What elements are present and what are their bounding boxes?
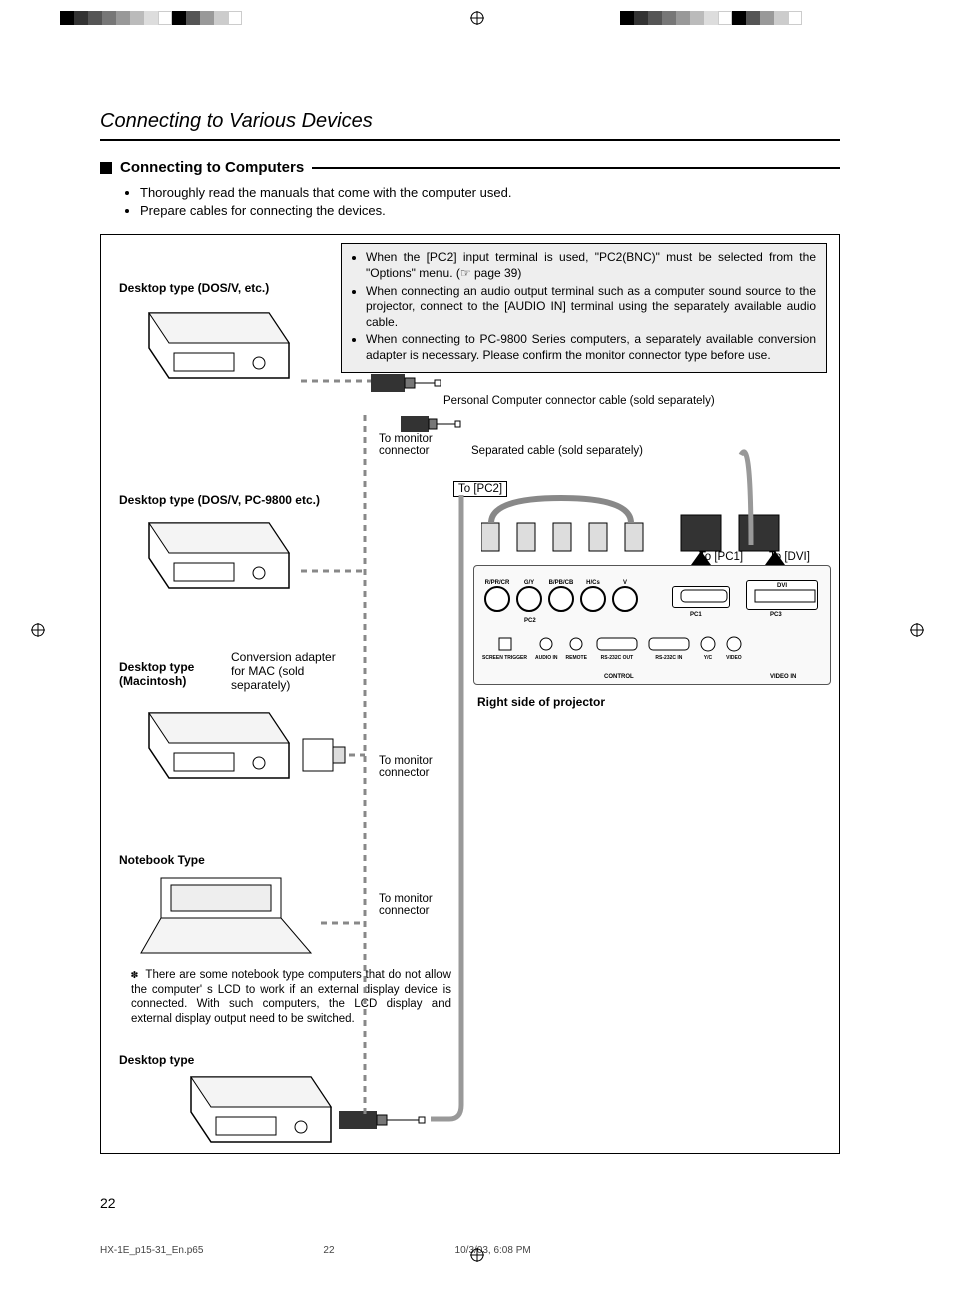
note-item: When the [PC2] input terminal is used, "… <box>366 250 816 281</box>
port-label: SCREEN TRIGGER <box>482 655 527 661</box>
rca-port-icon <box>725 636 743 652</box>
bnc-port-icon <box>612 586 638 612</box>
port-label: RS-232C OUT <box>595 655 639 661</box>
to-monitor-3: To monitor connector <box>379 893 449 917</box>
to-monitor-2: To monitor connector <box>379 755 449 779</box>
notes-callout: When the [PC2] input terminal is used, "… <box>341 243 827 372</box>
color-bar-left <box>60 11 242 25</box>
conversion-adapter-label: Conversion adapter for MAC (sold separat… <box>231 650 341 692</box>
jack-port-icon <box>568 636 584 652</box>
to-monitor-1: To monitor connector <box>379 433 449 457</box>
footer-date: 10/3/03, 6:08 PM <box>455 1245 531 1256</box>
port-label: H/Cs <box>580 580 606 586</box>
port-label: AUDIO IN <box>535 655 558 661</box>
intro-bullet: Prepare cables for connecting the device… <box>140 202 840 220</box>
pc-cable-label: Personal Computer connector cable (sold … <box>443 395 715 407</box>
desktop2-illustration <box>119 513 299 598</box>
note-item: When connecting an audio output terminal… <box>366 284 816 331</box>
section-title: Connecting to Computers <box>120 159 304 176</box>
bnc-port-icon <box>516 586 542 612</box>
bnc-plugs-icon <box>481 493 781 563</box>
vga-connector-icon <box>371 370 441 396</box>
port-group-label: PC2 <box>524 618 536 624</box>
color-bar-right <box>620 11 802 25</box>
svideo-port-icon <box>699 636 717 652</box>
bnc-port-icon <box>548 586 574 612</box>
port-label: RS-232C IN <box>647 655 691 661</box>
page-number: 22 <box>100 1195 116 1211</box>
footer-file: HX-1E_p15-31_En.p65 <box>100 1245 203 1256</box>
port-group-label: CONTROL <box>604 674 634 680</box>
diagram-box: When the [PC2] input terminal is used, "… <box>100 234 840 1154</box>
intro-list: Thoroughly read the manuals that come wi… <box>136 184 840 220</box>
mac-illustration <box>119 703 299 788</box>
dvi-port-icon: DVI <box>746 580 818 610</box>
port-label: V <box>612 580 638 586</box>
port-label: B/PB/CB <box>548 580 574 586</box>
vga-connector-icon <box>401 413 461 435</box>
desktop1-illustration <box>119 303 299 388</box>
desktop-bottom-label: Desktop type <box>119 1053 194 1067</box>
intro-bullet: Thoroughly read the manuals that come wi… <box>140 184 840 202</box>
desktop-bottom-illustration <box>161 1067 341 1152</box>
sep-cable-label: Separated cable (sold separately) <box>471 445 643 457</box>
page-title: Connecting to Various Devices <box>100 110 840 141</box>
bnc-port-icon <box>580 586 606 612</box>
port-label: VIDEO <box>725 655 743 661</box>
mac-label: Desktop type (Macintosh) <box>119 660 219 688</box>
serial-port-icon <box>647 636 691 652</box>
port-label: G/Y <box>516 580 542 586</box>
section-heading: Connecting to Computers <box>100 159 840 176</box>
notebook-note: ✽ There are some notebook type computers… <box>131 967 451 1026</box>
serial-port-icon <box>595 636 639 652</box>
registration-mark-icon <box>470 11 484 25</box>
registration-mark-icon <box>470 1248 484 1262</box>
port-label: Y/C <box>699 655 717 661</box>
mac-adapter-icon <box>299 735 349 775</box>
port-group-label: PC3 <box>770 612 782 618</box>
desktop2-label: Desktop type (DOS/V, PC-9800 etc.) <box>119 493 320 507</box>
footer-page: 22 <box>323 1245 334 1256</box>
notebook-illustration <box>131 873 321 963</box>
projector-side-label: Right side of projector <box>477 695 605 709</box>
square-bullet-icon <box>100 162 112 174</box>
registration-mark-icon <box>910 623 924 637</box>
registration-mark-icon <box>31 623 45 637</box>
port-group-label: PC1 <box>690 612 702 618</box>
port-label: R/PR/CR <box>484 580 510 586</box>
dvi-connector-icon <box>339 1107 429 1133</box>
port-group-label: VIDEO IN <box>770 674 796 680</box>
bnc-port-icon <box>484 586 510 612</box>
vga-port-icon <box>672 586 730 608</box>
projector-side-panel: R/PR/CR G/Y B/PB/CB H/Cs V <box>473 565 831 685</box>
note-item: When connecting to PC-9800 Series comput… <box>366 332 816 363</box>
desktop1-label: Desktop type (DOS/V, etc.) <box>119 281 269 295</box>
section-rule <box>312 167 840 169</box>
notebook-note-text: There are some notebook type computers t… <box>131 969 451 1024</box>
notebook-label: Notebook Type <box>119 853 205 867</box>
jack-port-icon <box>538 636 554 652</box>
port-label: REMOTE <box>566 655 587 661</box>
jack-port-icon <box>497 636 513 652</box>
